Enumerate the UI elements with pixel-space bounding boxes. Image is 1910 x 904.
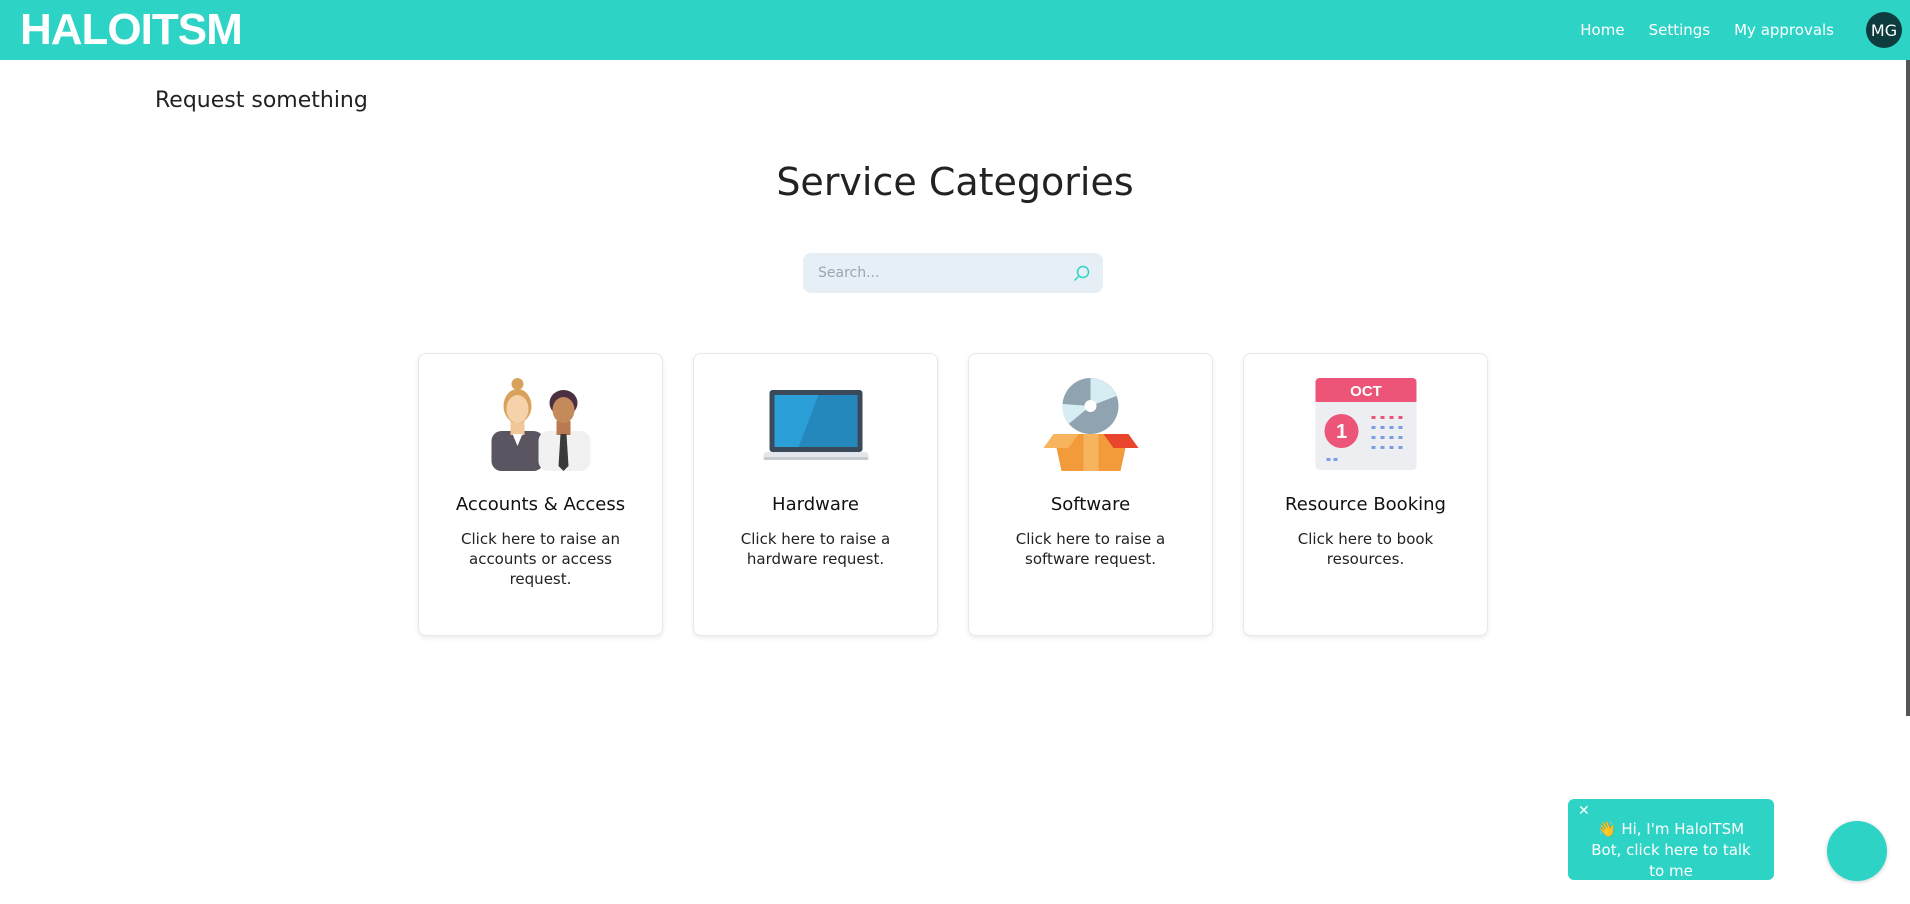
user-avatar[interactable]: MG [1866, 12, 1902, 48]
chatbot-avatar-button[interactable] [1827, 821, 1887, 881]
page-title: Request something [155, 88, 368, 113]
card-hardware[interactable]: Hardware Click here to raise a hardware … [693, 353, 938, 636]
laptop-icon [763, 390, 868, 460]
card-description: Click here to raise a software request. [1015, 530, 1166, 568]
card-resource-booking[interactable]: OCT 1 Resource Booking Click here to boo… [1243, 353, 1488, 636]
nav-settings[interactable]: Settings [1649, 21, 1711, 39]
card-title: Accounts & Access [455, 494, 626, 515]
card-description: Click here to raise an accounts or acces… [461, 530, 620, 588]
nav-home[interactable]: Home [1580, 21, 1624, 39]
logo[interactable]: HALOITSM [20, 8, 243, 52]
card-software[interactable]: Software Click here to raise a software … [968, 353, 1213, 636]
card-description: Click here to book resources. [1297, 530, 1434, 568]
chatbot-message: 👋 Hi, I'm HaloITSM Bot, click here to ta… [1591, 820, 1751, 880]
section-heading: Service Categories [776, 160, 1134, 204]
main-nav: Home Settings My approvals [1556, 0, 1834, 60]
search-box [803, 253, 1103, 293]
software-box-icon [1043, 378, 1138, 471]
card-accounts-access[interactable]: Accounts & Access Click here to raise an… [418, 353, 663, 636]
calendar-month: OCT [1350, 383, 1382, 400]
top-bar: HALOITSM Home Settings My approvals MG [0, 0, 1910, 60]
scrollbar[interactable] [1906, 60, 1910, 716]
close-icon[interactable]: ✕ [1578, 801, 1590, 822]
search-icon[interactable] [1073, 264, 1091, 282]
search-input[interactable] [803, 253, 1063, 293]
calendar-day: 1 [1335, 421, 1346, 443]
people-icon [491, 378, 590, 471]
category-cards: Accounts & Access Click here to raise an… [418, 353, 1488, 636]
nav-my-approvals[interactable]: My approvals [1734, 21, 1834, 39]
card-title: Hardware [772, 494, 859, 515]
card-description: Click here to raise a hardware request. [740, 530, 891, 568]
chatbot-bubble[interactable]: ✕ 👋 Hi, I'm HaloITSM Bot, click here to … [1568, 799, 1774, 880]
calendar-icon: OCT 1 [1315, 378, 1416, 470]
card-title: Resource Booking [1285, 494, 1446, 515]
card-title: Software [1050, 494, 1131, 515]
